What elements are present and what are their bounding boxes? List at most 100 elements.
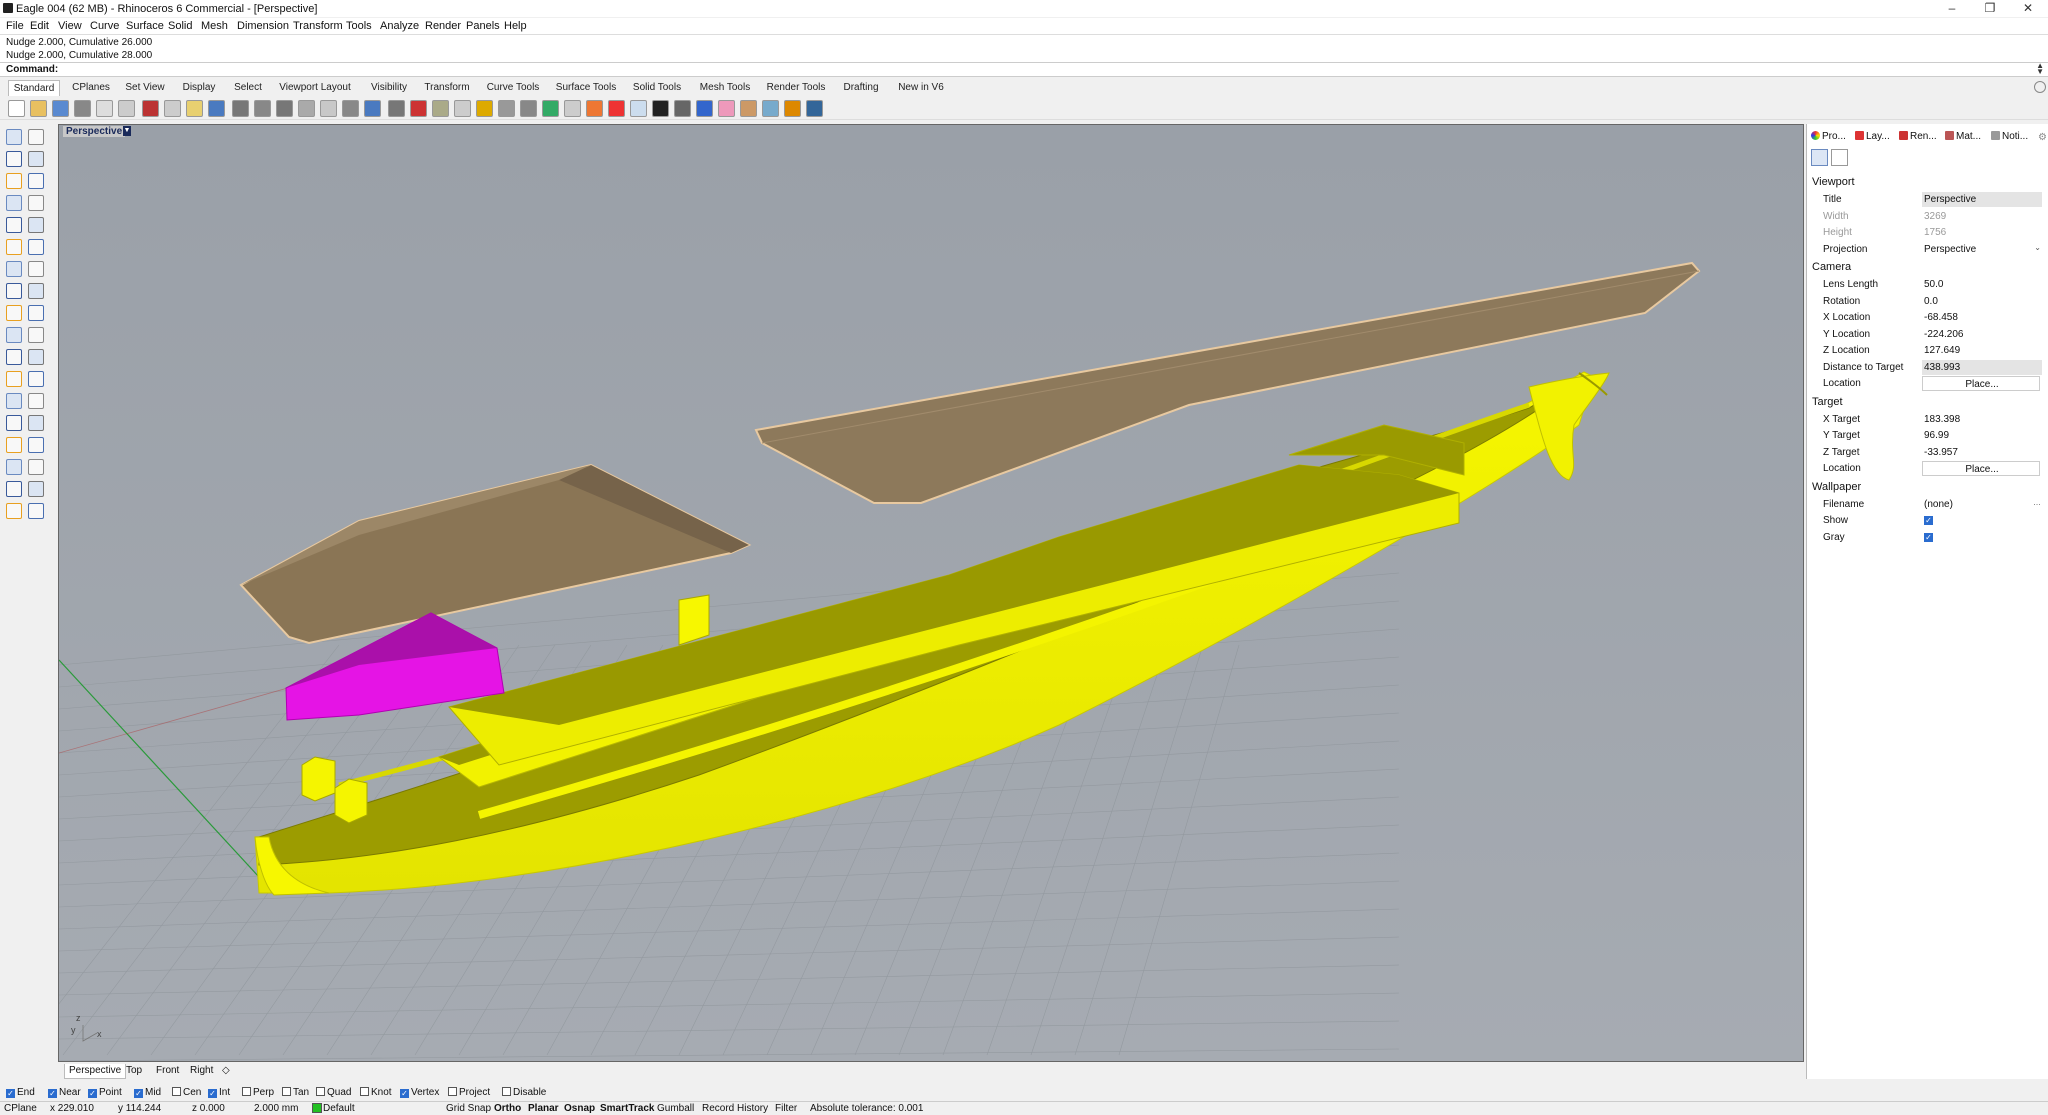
menu-panels[interactable]: Panels: [466, 20, 500, 32]
camera-properties-icon[interactable]: [1811, 149, 1828, 166]
print-icon[interactable]: [74, 100, 91, 117]
cut-icon[interactable]: [118, 100, 135, 117]
rotate-icon[interactable]: [254, 100, 271, 117]
text-tool-icon[interactable]: [28, 327, 44, 343]
property-checkbox[interactable]: [1924, 516, 1933, 525]
tab-drafting[interactable]: Drafting: [836, 80, 886, 95]
render-tool-icon[interactable]: [28, 459, 44, 475]
arc-tool-icon[interactable]: [6, 217, 22, 233]
construction-icon[interactable]: [432, 100, 449, 117]
osnap-checkbox[interactable]: [208, 1089, 217, 1098]
ruler-icon[interactable]: [454, 100, 471, 117]
history-tool-icon[interactable]: [6, 503, 22, 519]
layer-swatch[interactable]: [312, 1103, 322, 1115]
osnap-checkbox[interactable]: [242, 1087, 251, 1096]
menu-edit[interactable]: Edit: [30, 20, 49, 32]
osnap-cen[interactable]: Cen: [172, 1087, 201, 1098]
properties-icon[interactable]: [696, 100, 713, 117]
menu-transform[interactable]: Transform: [293, 20, 343, 32]
panel-tab-properties[interactable]: Pro...: [1811, 130, 1846, 144]
osnap-near[interactable]: Near: [48, 1087, 81, 1098]
tab-mesh-tools[interactable]: Mesh Tools: [694, 80, 756, 95]
tab-viewport-layout[interactable]: Viewport Layout: [272, 80, 358, 95]
ghosted-icon[interactable]: [652, 100, 669, 117]
menu-tools[interactable]: Tools: [346, 20, 372, 32]
display-properties-icon[interactable]: [1831, 149, 1848, 166]
osnap-mid[interactable]: Mid: [134, 1087, 161, 1098]
property-value[interactable]: 183.398: [1922, 412, 2042, 427]
group-tool-icon[interactable]: [6, 415, 22, 431]
minimize-button[interactable]: –: [1936, 0, 1968, 17]
command-input[interactable]: [56, 64, 2016, 74]
place-button[interactable]: Place...: [1922, 461, 2040, 476]
property-value[interactable]: 96.99: [1922, 428, 2042, 443]
osnap-vertex[interactable]: Vertex: [400, 1087, 439, 1098]
property-value[interactable]: (none): [1922, 497, 2042, 512]
menu-curve[interactable]: Curve: [90, 20, 119, 32]
property-value[interactable]: -68.458: [1922, 310, 2042, 325]
surface-tool-icon[interactable]: [28, 239, 44, 255]
osnap-perp[interactable]: Perp: [242, 1087, 274, 1098]
panel-tab-rendering[interactable]: Ren...: [1899, 130, 1937, 144]
osnap-checkbox[interactable]: [172, 1087, 181, 1096]
delete-icon[interactable]: [142, 100, 159, 117]
paint-icon[interactable]: [674, 100, 691, 117]
tab-set-view[interactable]: Set View: [120, 80, 170, 95]
place-button[interactable]: Place...: [1922, 376, 2040, 391]
tab-surface-tools[interactable]: Surface Tools: [552, 80, 620, 95]
osnap-checkbox[interactable]: [400, 1089, 409, 1098]
property-value[interactable]: 50.0: [1922, 277, 2042, 292]
status-planar[interactable]: Planar: [528, 1103, 559, 1114]
check-tool-icon[interactable]: [28, 503, 44, 519]
ellipse-tool-icon[interactable]: [28, 173, 44, 189]
pan-icon[interactable]: [232, 100, 249, 117]
property-value[interactable]: Perspective: [1922, 192, 2042, 207]
vptab-perspective[interactable]: Perspective: [64, 1064, 127, 1079]
copy-icon[interactable]: [164, 100, 181, 117]
help-icon[interactable]: [762, 100, 779, 117]
close-button[interactable]: ✕: [2012, 0, 2044, 17]
osnap-project[interactable]: Project: [448, 1087, 490, 1098]
osnap-checkbox[interactable]: [48, 1089, 57, 1098]
properties-tool-icon[interactable]: [28, 481, 44, 497]
block-tool-icon[interactable]: [28, 415, 44, 431]
osnap-end[interactable]: End: [6, 1087, 35, 1098]
fillet-tool-icon[interactable]: [28, 217, 44, 233]
point-tool-icon[interactable]: [28, 129, 44, 145]
select-tool-icon[interactable]: [6, 129, 22, 145]
color-wheel-icon[interactable]: [586, 100, 603, 117]
box-tool-icon[interactable]: [6, 261, 22, 277]
lock-icon[interactable]: [520, 100, 537, 117]
osnap-knot[interactable]: Knot: [360, 1087, 392, 1098]
solid-tools-tool-icon[interactable]: [28, 305, 44, 321]
property-value[interactable]: 0.0: [1922, 294, 2042, 309]
dropdown-arrow-icon[interactable]: ⌄: [2034, 243, 2041, 252]
split-tool-icon[interactable]: [28, 437, 44, 453]
import-icon[interactable]: [96, 100, 113, 117]
rectangle-tool-icon[interactable]: [28, 151, 44, 167]
status-ortho[interactable]: Ortho: [494, 1103, 521, 1114]
tab-render-tools[interactable]: Render Tools: [762, 80, 830, 95]
transform-tool-icon[interactable]: [6, 349, 22, 365]
osnap-icon[interactable]: [498, 100, 515, 117]
menu-analyze[interactable]: Analyze: [380, 20, 419, 32]
menu-help[interactable]: Help: [504, 20, 527, 32]
cplane-label[interactable]: CPlane: [4, 1103, 37, 1114]
vptab-front[interactable]: Front: [152, 1064, 183, 1078]
mesh-tool-icon[interactable]: [6, 305, 22, 321]
osnap-checkbox[interactable]: [360, 1087, 369, 1096]
tab-new-in-v6[interactable]: New in V6: [892, 80, 950, 95]
vptab-right[interactable]: Right: [186, 1064, 217, 1078]
extrude-tool-icon[interactable]: [6, 239, 22, 255]
join-tool-icon[interactable]: [6, 393, 22, 409]
paste-icon[interactable]: [186, 100, 203, 117]
status-smarttrack[interactable]: SmartTrack: [600, 1103, 654, 1114]
boolean-tool-icon[interactable]: [28, 283, 44, 299]
restore-button[interactable]: ❐: [1974, 0, 2006, 17]
panel-gear-icon[interactable]: ⚙: [2038, 132, 2047, 143]
zoom-window-icon[interactable]: [320, 100, 337, 117]
move-tool-icon[interactable]: [28, 349, 44, 365]
status-osnap[interactable]: Osnap: [564, 1103, 595, 1114]
undo-view-icon[interactable]: [388, 100, 405, 117]
scale-tool-icon[interactable]: [28, 371, 44, 387]
